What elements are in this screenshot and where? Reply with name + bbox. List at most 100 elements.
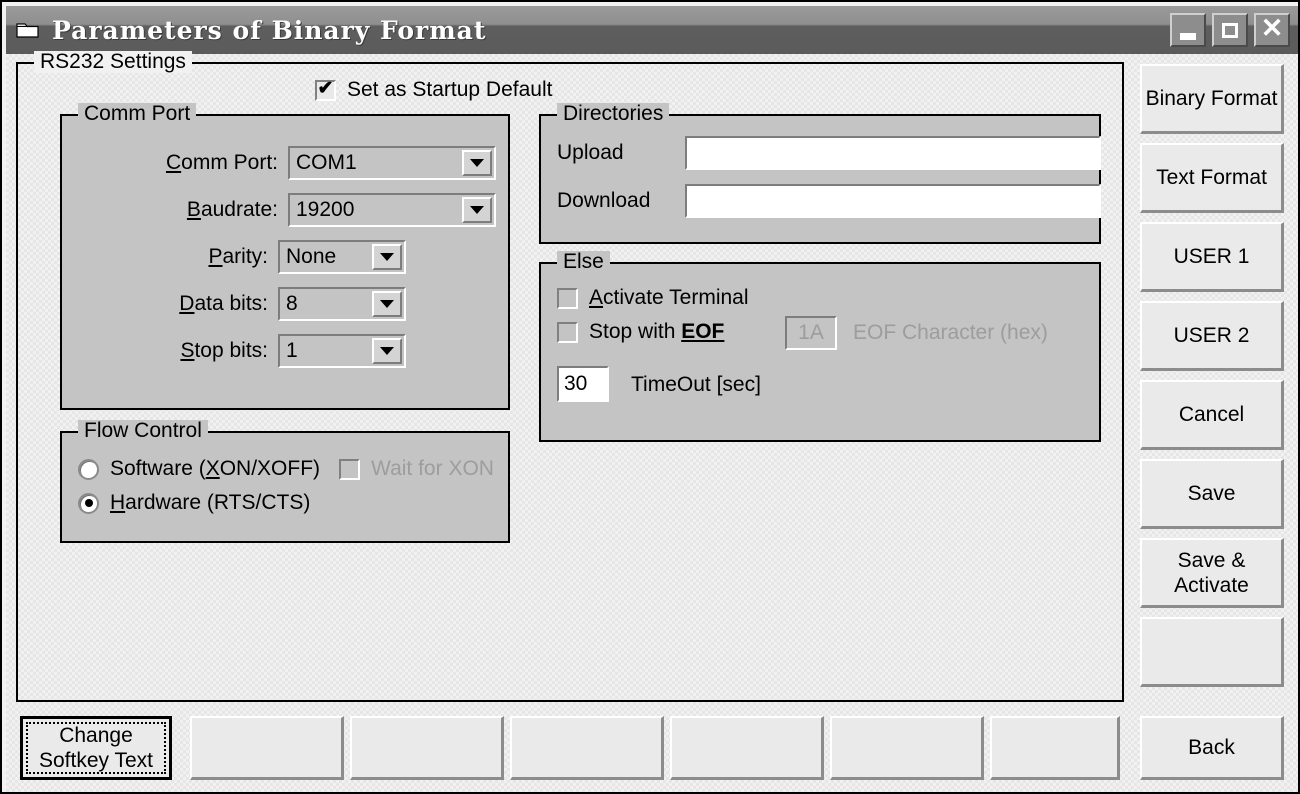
stop-bits-label-rest: top bits:	[194, 339, 268, 362]
user-1-button[interactable]: USER 1	[1140, 222, 1284, 292]
baudrate-value: 19200	[296, 198, 355, 221]
close-icon: ✕	[1260, 13, 1284, 43]
chevron-down-icon[interactable]	[462, 150, 492, 176]
empty-side-button[interactable]	[1140, 617, 1284, 687]
softkey-change-softkey-text[interactable]: Change Softkey Text	[20, 716, 172, 780]
parity-value: None	[286, 245, 337, 268]
stop-with-eof-pre: Stop with	[589, 320, 682, 343]
minimize-button[interactable]	[1170, 13, 1206, 47]
activate-terminal-label-rest: ctivate Terminal	[603, 286, 749, 309]
hardware-post: ardware (RTS/CTS)	[125, 491, 311, 514]
maximize-icon	[1222, 22, 1238, 38]
close-button[interactable]: ✕	[1254, 13, 1290, 47]
save-and-activate-button[interactable]: Save & Activate	[1140, 538, 1284, 608]
stop-with-eof-accel: EOF	[681, 320, 725, 343]
comm-port-accel: C	[165, 151, 182, 174]
window-content: RS232 Settings ✔ Set as Startup Default …	[6, 51, 1298, 792]
stop-bits-label: Stop bits:	[112, 339, 268, 363]
parity-label-rest: arity:	[222, 245, 268, 268]
upload-row: Upload	[557, 136, 1115, 170]
rs232-settings-group: RS232 Settings ✔ Set as Startup Default …	[16, 51, 1124, 702]
startup-default-row[interactable]: ✔ Set as Startup Default	[315, 78, 552, 102]
parity-accel: P	[208, 245, 223, 268]
else-legend: Else	[557, 251, 610, 273]
softkey-5[interactable]	[670, 716, 824, 780]
download-input[interactable]	[685, 184, 1101, 218]
binary-format-button[interactable]: Binary Format	[1140, 64, 1284, 134]
chevron-down-icon[interactable]	[372, 338, 402, 364]
eof-character-input: 1A	[785, 316, 837, 350]
flow-control-software-label: Software (XON/XOFF)	[110, 457, 320, 481]
timeout-input[interactable]: 30	[557, 366, 609, 402]
softkey-2[interactable]	[190, 716, 344, 780]
chevron-down-icon[interactable]	[372, 291, 402, 317]
wait-for-xon-label: Wait for XON	[371, 457, 494, 480]
flow-control-software-radio[interactable]	[78, 458, 99, 480]
window-controls: ✕	[1170, 13, 1290, 47]
download-row: Download	[557, 184, 1115, 218]
back-button[interactable]: Back	[1140, 716, 1284, 780]
text-format-button[interactable]: Text Format	[1140, 143, 1284, 213]
parity-field-row: Parity: None	[62, 240, 508, 274]
software-accel: X	[205, 457, 220, 480]
comm-port-label-rest: omm Port:	[181, 151, 278, 174]
cancel-button[interactable]: Cancel	[1140, 380, 1284, 450]
chevron-down-icon[interactable]	[372, 244, 402, 270]
softkey-row: Change Softkey Text	[16, 712, 1124, 784]
save-button[interactable]: Save	[1140, 459, 1284, 529]
upload-label: Upload	[557, 141, 624, 164]
window-title: Parameters of Binary Format	[52, 15, 487, 45]
folder-icon	[14, 17, 44, 43]
else-group: Else Activate Terminal Stop with EOF 1A …	[539, 251, 1101, 442]
comm-port-group: Comm Port Comm Port: COM1 Baudrate: 1920…	[60, 103, 510, 410]
softkey-change-softkey-text-label: Change Softkey Text	[38, 724, 153, 772]
chevron-down-icon[interactable]	[462, 197, 492, 223]
window-titlebar: Parameters of Binary Format ✕	[6, 6, 1298, 54]
user-2-button[interactable]: USER 2	[1140, 301, 1284, 371]
activate-terminal-checkbox[interactable]	[557, 287, 578, 309]
parity-label: Parity:	[112, 245, 268, 269]
flow-control-group: Flow Control Software (XON/XOFF) Wait fo…	[60, 420, 510, 543]
softkey-7[interactable]	[990, 716, 1120, 780]
flow-control-hardware-row[interactable]: Hardware (RTS/CTS)	[78, 491, 310, 515]
maximize-button[interactable]	[1212, 13, 1248, 47]
activate-terminal-label: Activate Terminal	[589, 286, 749, 310]
stop-with-eof-checkbox[interactable]	[557, 321, 578, 343]
directories-legend: Directories	[557, 103, 670, 125]
data-bits-field-row: Data bits: 8	[62, 287, 508, 321]
hardware-accel: H	[110, 491, 126, 514]
softkey-4[interactable]	[510, 716, 664, 780]
data-bits-accel: D	[179, 292, 195, 315]
directories-group: Directories Upload Download	[539, 103, 1101, 244]
minimize-icon	[1180, 32, 1196, 40]
activate-terminal-row[interactable]: Activate Terminal	[557, 286, 749, 310]
comm-port-select[interactable]: COM1	[288, 146, 496, 180]
startup-default-checkbox[interactable]: ✔	[315, 79, 336, 101]
parity-select[interactable]: None	[278, 240, 406, 274]
stop-bits-accel: S	[180, 339, 195, 362]
data-bits-select[interactable]: 8	[278, 287, 406, 321]
comm-port-legend: Comm Port	[78, 103, 197, 125]
side-button-column: Binary Format Text Format USER 1 USER 2 …	[1134, 62, 1290, 702]
software-post: ON/XOFF)	[219, 457, 321, 480]
flow-control-software-row[interactable]: Software (XON/XOFF) Wait for XON	[78, 457, 494, 481]
baudrate-accel: B	[186, 198, 201, 221]
baudrate-select[interactable]: 19200	[288, 193, 496, 227]
data-bits-value: 8	[286, 292, 298, 315]
softkey-6[interactable]	[830, 716, 984, 780]
comm-port-value: COM1	[296, 151, 357, 174]
upload-input[interactable]	[685, 136, 1101, 170]
stop-bits-value: 1	[286, 339, 298, 362]
softkey-3[interactable]	[350, 716, 504, 780]
stop-bits-field-row: Stop bits: 1	[62, 334, 508, 368]
timeout-label: TimeOut [sec]	[631, 373, 761, 396]
rs232-settings-legend: RS232 Settings	[34, 51, 192, 73]
eof-character-label: EOF Character (hex)	[853, 321, 1048, 344]
application-window: Parameters of Binary Format ✕ RS232 Sett…	[0, 0, 1300, 794]
flow-control-hardware-radio[interactable]	[78, 492, 99, 514]
stop-bits-select[interactable]: 1	[278, 334, 406, 368]
stop-with-eof-row[interactable]: Stop with EOF	[557, 320, 724, 344]
comm-port-field-row: Comm Port: COM1	[62, 146, 508, 180]
baudrate-label-rest: audrate:	[200, 198, 278, 221]
baudrate-field-row: Baudrate: 19200	[62, 193, 508, 227]
